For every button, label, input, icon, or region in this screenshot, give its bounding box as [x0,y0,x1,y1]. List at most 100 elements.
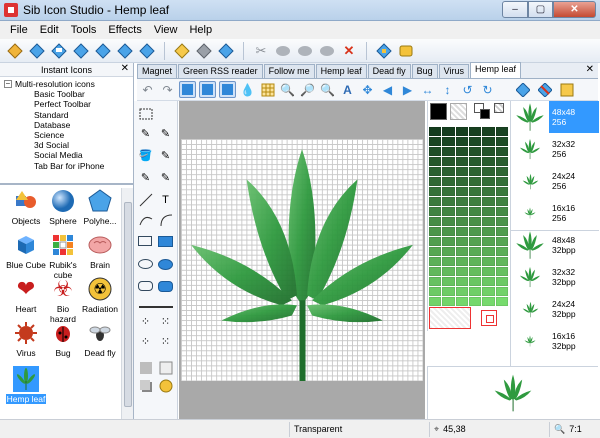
palette-swatch[interactable] [482,277,495,286]
palette-swatch[interactable] [468,267,482,276]
icon-objects[interactable]: Objects [6,188,46,226]
palette-swatch[interactable] [429,217,442,226]
fill-icon[interactable]: 🪣 [137,147,154,164]
palette-swatch[interactable] [455,177,468,186]
tree-item[interactable]: 3d Social [4,140,131,150]
copy-format-button[interactable] [318,42,336,60]
palette-swatch[interactable] [495,267,508,276]
format-properties-icon[interactable] [558,82,575,99]
tree-item[interactable]: Perfect Toolbar [4,99,131,109]
format-item[interactable]: 32x32 32bpp [511,261,599,293]
palette-swatch[interactable] [429,237,442,246]
panel-close-icon[interactable]: ✕ [121,63,129,74]
select-rect-icon[interactable] [137,105,154,122]
filled-ellipse-icon[interactable] [158,259,173,270]
curve-icon[interactable] [137,211,154,228]
menu-view[interactable]: View [148,24,184,36]
palette-swatch[interactable] [495,137,508,146]
menu-effects[interactable]: Effects [102,24,147,36]
palette-swatch[interactable] [429,257,442,266]
cut-icon[interactable]: ✂ [252,42,270,60]
pixel-canvas[interactable] [181,139,423,381]
palette-swatch[interactable] [468,177,482,186]
color-picker-icon[interactable]: ✎ [157,169,174,186]
icon-dead-fly[interactable]: Dead fly [80,320,120,358]
grid-icon[interactable] [259,81,276,98]
palette-swatch[interactable] [429,177,442,186]
palette-swatch[interactable] [495,237,508,246]
palette-swatch[interactable] [442,157,455,166]
help-button[interactable] [397,42,415,60]
gradient-icon[interactable] [137,359,154,376]
palette-swatch[interactable] [495,217,508,226]
close-button[interactable]: ✕ [553,1,596,18]
palette-swatch[interactable] [442,277,455,286]
tree-item[interactable]: Standard [4,110,131,120]
icon-bug[interactable]: Bug [43,320,83,358]
palette-swatch[interactable] [482,197,495,206]
palette-swatch[interactable] [495,177,508,186]
palette-swatch[interactable] [468,207,482,216]
palette-swatch[interactable] [482,177,495,186]
palette-swatch[interactable] [495,207,508,216]
palette-swatch[interactable] [442,137,455,146]
palette-swatch[interactable] [468,197,482,206]
palette-swatch[interactable] [482,157,495,166]
format-item[interactable]: 48x48 32bpp [511,229,599,261]
palette-swatch[interactable] [495,297,508,306]
text-zoom-icon[interactable]: A [339,81,356,98]
spray-icon[interactable]: ✎ [157,147,174,164]
palette-swatch[interactable] [468,137,482,146]
tab-magnet[interactable]: Magnet [137,64,178,78]
tab-hemp-leaf-active[interactable]: Hemp leaf [470,62,522,78]
palette-swatch[interactable] [442,207,455,216]
palette-swatch[interactable] [429,267,442,276]
selected-color-left[interactable] [429,307,471,329]
shift-right-icon[interactable]: ▶ [399,81,416,98]
format-item[interactable]: 48x48 256 [511,101,599,133]
tree-item[interactable]: Database [4,120,131,130]
arc-icon[interactable] [157,211,174,228]
palette-swatch[interactable] [442,297,455,306]
zoom-in-icon[interactable]: 🔍 [279,81,296,98]
palette-swatch[interactable] [455,137,468,146]
flip-vertical-icon[interactable]: ↕ [439,81,456,98]
shift-left-icon[interactable]: ◀ [379,81,396,98]
tab-dead-fly[interactable]: Dead fly [367,64,411,78]
undo-button[interactable] [173,42,191,60]
ellipse-icon[interactable] [138,259,153,269]
flip-horizontal-icon[interactable]: ↔ [419,81,436,98]
delete-icon[interactable]: ✕ [340,42,358,60]
copy-button[interactable] [217,42,235,60]
new-icon-button[interactable] [6,42,24,60]
palette-swatch[interactable] [429,157,442,166]
add-format-icon[interactable] [514,82,531,99]
palette-swatch[interactable] [429,127,442,136]
icon-virus[interactable]: Virus [6,320,46,358]
palette-swatch[interactable] [482,127,495,136]
swap-colors-swatch[interactable] [480,109,490,119]
pattern-2-icon[interactable]: ⁙ [157,313,174,330]
rectangle-icon[interactable] [138,236,152,246]
palette-swatch[interactable] [468,187,482,196]
palette-swatch[interactable] [455,297,468,306]
effects-icon[interactable] [157,359,174,376]
palette-swatch[interactable] [442,267,455,276]
palette-swatch[interactable] [468,127,482,136]
redo-icon[interactable]: ↷ [159,81,176,98]
shadow-icon[interactable] [137,377,154,394]
palette-swatch[interactable] [455,267,468,276]
palette-swatch[interactable] [495,167,508,176]
palette-swatch[interactable] [455,237,468,246]
palette-swatch[interactable] [482,247,495,256]
icon-sphere[interactable]: Sphere [43,188,83,226]
palette-swatch[interactable] [442,127,455,136]
icon-blue-cube[interactable]: Blue Cube [6,232,46,270]
palette-swatch[interactable] [482,167,495,176]
palette-swatch[interactable] [495,187,508,196]
format-item[interactable]: 24x24 256 [511,165,599,197]
menu-file[interactable]: File [4,24,34,36]
icon-brain[interactable]: Brain [80,232,120,270]
palette-swatch[interactable] [495,247,508,256]
brush-icon[interactable]: ✎ [157,125,174,142]
